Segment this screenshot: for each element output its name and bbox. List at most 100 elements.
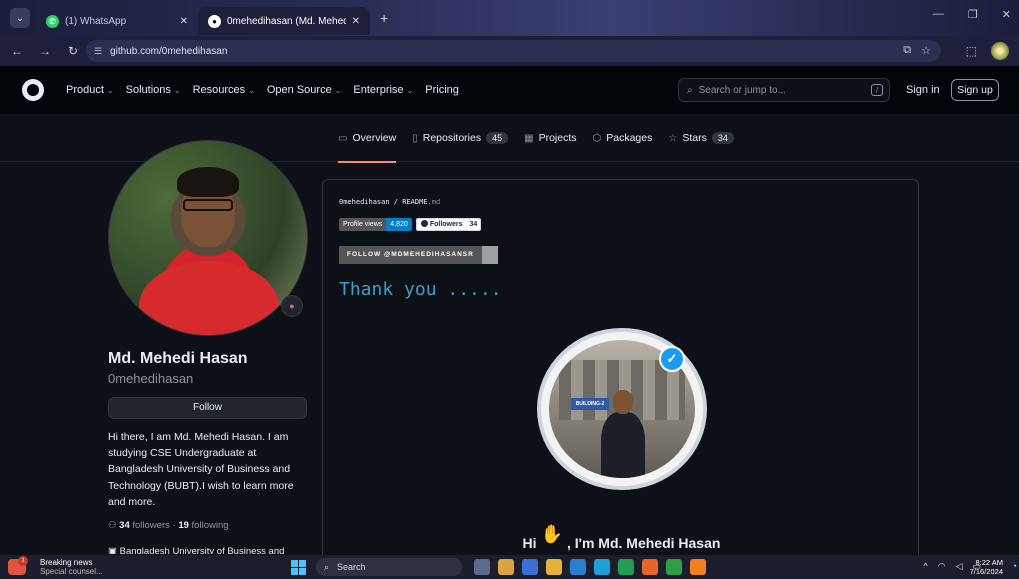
close-icon[interactable]: ✕ [180,16,188,27]
github-icon: ● [208,14,221,28]
tab-packages[interactable]: ⬡ Packages [593,114,653,162]
chevron-down-icon: ⌄ [106,86,114,95]
profile-bio: Hi there, I am Md. Mehedi Hasan. I am st… [108,431,294,508]
edge-icon[interactable] [594,559,610,575]
excel-icon[interactable] [618,559,634,575]
chevron-down-icon: ⌄ [15,12,25,24]
nav-solutions[interactable]: Solutions ⌄ [126,84,181,96]
tab-overview[interactable]: ▭ Overview [338,114,397,163]
chrome-icon[interactable] [666,559,682,575]
follow-stats: ⚇ 34 followers · 19 following [108,520,229,531]
package-icon: ⬡ [592,132,602,144]
url-text: github.com/0mehedihasan [110,45,228,57]
tab-search-button[interactable]: ⌄ [10,8,30,28]
notification-badge: 1 [18,556,28,566]
word-icon[interactable] [570,559,586,575]
chevron-up-icon[interactable]: ^ [923,561,927,572]
readme-path: 0mehedihasan / README.md [339,198,441,206]
search-shortcut-key: / [871,84,883,96]
maximize-icon[interactable]: ❐ [968,8,978,21]
forward-icon[interactable]: → [34,44,56,58]
github-main-nav: Product ⌄ Solutions ⌄ Resources ⌄ Open Sour… [66,84,459,96]
extensions-icon[interactable]: ⬚ [966,44,977,58]
profile-full-name: Md. Mehedi Hasan [108,350,248,367]
book-icon: ▭ [338,132,348,144]
toolbar-right: ⬚ [966,42,1009,60]
nav-enterprise[interactable]: Enterprise ⌄ [353,84,413,96]
volume-icon[interactable]: ◁ [956,561,963,572]
nav-pricing[interactable]: Pricing [425,84,459,96]
firefox-icon[interactable] [642,559,658,575]
tab-label: 0mehedihasan (Md. Mehedi Ha [227,15,346,27]
count-badge: 45 [486,132,509,144]
thank-you-text: Thank you ..... [339,279,502,300]
install-app-icon[interactable]: ⧉ [903,44,911,57]
copilot-icon[interactable] [522,559,538,575]
taskbar-clock[interactable]: 8:22 AM 7/16/2024 [970,558,1003,576]
search-input[interactable]: ⌕ Search or jump to... / [678,78,890,102]
bookmark-star-icon[interactable]: ☆ [921,44,931,57]
github-icon [420,220,428,227]
close-icon[interactable]: ✕ [352,16,360,27]
widgets-icon[interactable] [498,559,514,575]
notification-bell-icon[interactable]: ◔ [1012,561,1017,571]
github-header: Product ⌄ Solutions ⌄ Resources ⌄ Open Sour… [0,66,1019,114]
address-bar-row: ← → ↻ ☰ github.com/0mehedihasan ⧉ ☆ ⬚ [0,36,1019,66]
tab-label: (1) WhatsApp [65,15,127,27]
nav-open-source[interactable]: Open Source ⌄ [267,84,342,96]
followers-link[interactable]: 34 followers [119,520,170,531]
taskbar-search[interactable]: ⌕ Search [316,558,462,576]
site-settings-icon[interactable]: ☰ [94,46,102,57]
star-icon: ☆ [668,132,678,144]
wifi-icon[interactable]: ◠ [938,561,946,572]
tab-repositories[interactable]: ▯ Repositories 45 [412,114,509,162]
people-icon: ⚇ [108,520,120,531]
follow-twitter-badge[interactable]: FOLLOW @MDMEHEDIHASANSR [339,246,498,264]
browser-tab-bar: ⌄ ✆ (1) WhatsApp ✕ ● 0mehedihasan (Md. M… [0,0,1019,36]
photo-person [601,390,645,478]
search-icon: ⌕ [324,561,330,572]
readme-greeting: Hi ✋, I'm Md. Mehedi Hasan [522,524,721,551]
following-link[interactable]: 19 following [178,520,228,531]
sign-up-button[interactable]: Sign up [951,79,999,101]
task-view-icon[interactable] [474,559,490,575]
window-controls: — ❐ ✕ [933,8,1011,21]
readme-card: 0mehedihasan / README.md Profile views 4… [322,179,919,579]
sign-in-link[interactable]: Sign in [906,84,940,96]
chevron-down-icon: ⌄ [334,86,342,95]
tab-stars[interactable]: ☆ Stars 34 [668,114,734,162]
reload-icon[interactable]: ↻ [62,44,84,58]
readme-user-link[interactable]: 0mehedihasan [339,198,390,206]
browser-tab-github[interactable]: ● 0mehedihasan (Md. Mehedi Ha ✕ [198,7,370,35]
profile-org: ▣ Bangladesh University of Business and [108,546,308,554]
status-emoji-icon[interactable]: ● [281,295,303,317]
waving-hand-icon: ✋ [540,524,563,544]
follow-button[interactable]: Follow [108,397,307,419]
omnibox-actions: ⧉ ☆ [903,44,931,57]
url-field[interactable]: ☰ github.com/0mehedihasan ⧉ ☆ [86,40,941,62]
search-placeholder: Search or jump to... [698,84,786,96]
minimize-icon[interactable]: — [933,8,944,21]
table-icon: ▦ [524,132,534,144]
count-badge: 34 [711,132,734,144]
nav-resources[interactable]: Resources ⌄ [193,84,255,96]
profile-avatar-icon[interactable] [991,42,1009,60]
browser-tab-whatsapp[interactable]: ✆ (1) WhatsApp ✕ [36,7,198,35]
profile-avatar[interactable] [108,140,308,336]
windows-start-icon[interactable] [291,560,306,575]
taskbar-apps [474,559,706,575]
new-tab-icon[interactable]: + [380,10,388,26]
profile-views-badge: Profile views 4,820 [339,218,412,231]
news-widget[interactable]: Breaking news Special counsel... [40,558,103,576]
readme-badges: Profile views 4,820 Followers 34 [339,218,482,231]
cloudflare-icon[interactable] [690,559,706,575]
close-window-icon[interactable]: ✕ [1002,8,1011,21]
file-explorer-icon[interactable] [546,559,562,575]
nav-product[interactable]: Product ⌄ [66,84,114,96]
chevron-down-icon: ⌄ [406,86,414,95]
followers-badge[interactable]: Followers 34 [415,218,482,231]
tab-projects[interactable]: ▦ Projects [524,114,576,162]
github-logo-icon[interactable] [22,79,44,101]
chevron-down-icon: ⌄ [173,86,181,95]
back-icon[interactable]: ← [6,44,28,58]
